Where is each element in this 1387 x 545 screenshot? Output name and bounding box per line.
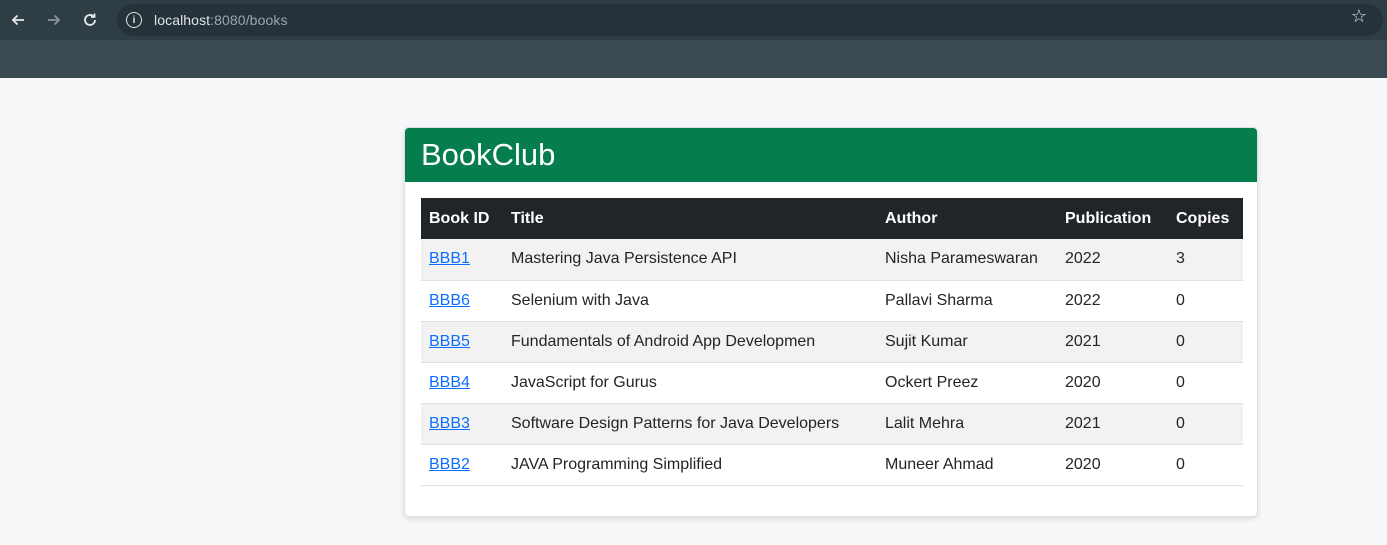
back-button[interactable]: [0, 0, 36, 40]
header-book-id: Book ID: [421, 198, 503, 239]
table-row: BBB4 JavaScript for Gurus Ockert Preez 2…: [421, 362, 1243, 404]
arrow-left-icon: [11, 14, 24, 26]
table-header-row: Book ID Title Author Publication Copies: [421, 198, 1243, 239]
cell-publication: 2022: [1057, 280, 1168, 322]
cell-publication: 2021: [1057, 321, 1168, 363]
cell-book-id: BBB5: [421, 321, 503, 363]
cell-author: Pallavi Sharma: [877, 280, 1057, 322]
cell-book-id: BBB2: [421, 444, 503, 486]
table-row: BBB2 JAVA Programming Simplified Muneer …: [421, 444, 1243, 486]
cell-author: Sujit Kumar: [877, 321, 1057, 363]
book-id-link[interactable]: BBB4: [429, 374, 470, 391]
table-row: BBB3 Software Design Patterns for Java D…: [421, 403, 1243, 445]
book-id-link[interactable]: BBB3: [429, 415, 470, 432]
books-table-wrap: Book ID Title Author Publication Copies …: [421, 198, 1243, 486]
cell-copies: 0: [1168, 280, 1243, 322]
site-info-icon[interactable]: i: [126, 12, 142, 28]
cell-title: Fundamentals of Android App Developmen: [503, 321, 877, 363]
page-content: BookClub Book ID Title Author Publicatio…: [0, 78, 1387, 545]
browser-toolbar: i localhost:8080/books ☆: [0, 0, 1387, 40]
book-id-link[interactable]: BBB2: [429, 456, 470, 473]
cell-title: Selenium with Java: [503, 280, 877, 322]
cell-copies: 0: [1168, 321, 1243, 363]
bookmark-star-icon[interactable]: ☆: [1351, 6, 1367, 27]
reload-icon: [84, 13, 96, 26]
books-table: Book ID Title Author Publication Copies …: [421, 198, 1243, 486]
cell-title: JAVA Programming Simplified: [503, 444, 877, 486]
cell-book-id: BBB6: [421, 280, 503, 322]
cell-book-id: BBB4: [421, 362, 503, 404]
reload-button[interactable]: [72, 0, 108, 40]
header-author: Author: [877, 198, 1057, 239]
table-row: BBB6 Selenium with Java Pallavi Sharma 2…: [421, 280, 1243, 322]
address-bar[interactable]: i localhost:8080/books: [117, 4, 1383, 36]
header-publication: Publication: [1057, 198, 1168, 239]
url-host: localhost: [154, 12, 211, 28]
table-row: BBB1 Mastering Java Persistence API Nish…: [421, 239, 1243, 281]
cell-author: Nisha Parameswaran: [877, 239, 1057, 281]
table-row: BBB5 Fundamentals of Android App Develop…: [421, 321, 1243, 363]
cell-title: JavaScript for Gurus: [503, 362, 877, 404]
books-card: BookClub Book ID Title Author Publicatio…: [404, 127, 1258, 517]
cell-author: Muneer Ahmad: [877, 444, 1057, 486]
arrow-right-icon: [48, 14, 61, 26]
cell-title: Mastering Java Persistence API: [503, 239, 877, 281]
cell-author: Ockert Preez: [877, 362, 1057, 404]
cell-book-id: BBB1: [421, 239, 503, 281]
forward-button[interactable]: [36, 0, 72, 40]
book-id-link[interactable]: BBB1: [429, 250, 470, 267]
card-header: BookClub: [405, 128, 1257, 182]
cell-publication: 2022: [1057, 239, 1168, 281]
cell-publication: 2021: [1057, 403, 1168, 445]
cell-book-id: BBB3: [421, 403, 503, 445]
cell-copies: 0: [1168, 362, 1243, 404]
cell-author: Lalit Mehra: [877, 403, 1057, 445]
cell-publication: 2020: [1057, 444, 1168, 486]
cell-title: Software Design Patterns for Java Develo…: [503, 403, 877, 445]
book-id-link[interactable]: BBB6: [429, 292, 470, 309]
cell-copies: 0: [1168, 444, 1243, 486]
cell-copies: 0: [1168, 403, 1243, 445]
url-path: :8080/books: [210, 12, 288, 28]
cell-publication: 2020: [1057, 362, 1168, 404]
browser-chrome: i localhost:8080/books ☆: [0, 0, 1387, 78]
book-id-link[interactable]: BBB5: [429, 333, 470, 350]
cell-copies: 3: [1168, 239, 1243, 281]
app-title: BookClub: [421, 137, 556, 172]
header-title: Title: [503, 198, 877, 239]
url-text[interactable]: localhost:8080/books: [154, 12, 288, 28]
header-copies: Copies: [1168, 198, 1243, 239]
